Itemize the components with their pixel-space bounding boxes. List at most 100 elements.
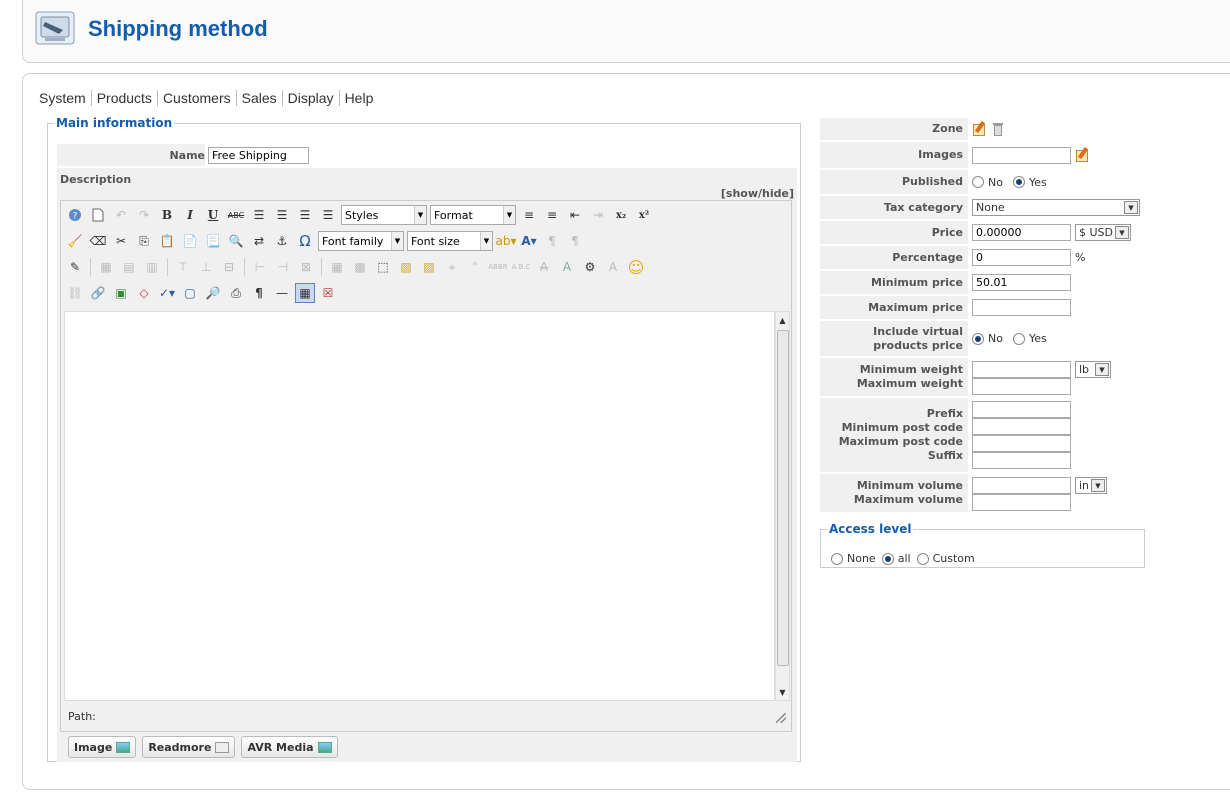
row-before-icon[interactable]: ⊤	[173, 257, 193, 277]
indent-icon[interactable]: ⇥	[588, 205, 608, 225]
editor-scrollbar[interactable]: ▲ ▼	[775, 311, 790, 701]
move-forward-icon[interactable]: ▧	[396, 257, 416, 277]
menu-item-help[interactable]: Help	[340, 90, 379, 106]
readmore-button[interactable]: Readmore	[142, 736, 236, 758]
outdent-icon[interactable]: ⇤	[565, 205, 585, 225]
subscript-icon[interactable]: x₂	[611, 205, 631, 225]
fullscreen-icon[interactable]: ▢	[180, 283, 200, 303]
edit-icon[interactable]	[1075, 146, 1091, 163]
avr-media-button[interactable]: AVR Media	[241, 736, 338, 758]
paste-icon[interactable]: 📋	[157, 231, 177, 251]
move-backward-icon[interactable]: ▨	[419, 257, 439, 277]
col-before-icon[interactable]: ⊢	[250, 257, 270, 277]
menu-item-products[interactable]: Products	[92, 90, 158, 106]
merge-cells-icon[interactable]: ▩	[350, 257, 370, 277]
bold-icon[interactable]: B	[157, 205, 177, 225]
minimum-post-code-input[interactable]	[972, 418, 1071, 435]
redo-icon[interactable]: ↷	[134, 205, 154, 225]
access-none-radio[interactable]: None	[831, 552, 876, 565]
menu-item-customers[interactable]: Customers	[158, 90, 237, 106]
bullet-list-icon[interactable]: ≡	[542, 205, 562, 225]
abbr-icon[interactable]: ABBR	[488, 257, 508, 277]
published-yes-radio[interactable]: Yes	[1012, 176, 1047, 189]
unlink-icon[interactable]: ⛓	[65, 283, 85, 303]
cleanup-icon[interactable]: 🧹	[65, 231, 85, 251]
highlight-color-icon[interactable]: ab▾	[496, 231, 517, 251]
strikethrough-icon[interactable]: ABC	[226, 205, 246, 225]
delete-col-icon[interactable]: ⊠	[296, 257, 316, 277]
font-family-select[interactable]: Font family ▼	[318, 231, 404, 251]
copy-icon[interactable]: ⎘	[134, 231, 154, 251]
access-custom-radio[interactable]: Custom	[916, 552, 975, 565]
cite-icon[interactable]: "	[465, 257, 485, 277]
split-cells-icon[interactable]: ▦	[327, 257, 347, 277]
align-justify-icon[interactable]: ☰	[318, 205, 338, 225]
rtl-icon[interactable]: ¶	[565, 231, 585, 251]
align-right-icon[interactable]: ☰	[295, 205, 315, 225]
special-character-icon[interactable]: Ω	[295, 231, 315, 251]
name-input[interactable]	[208, 147, 309, 164]
delete-icon[interactable]	[992, 121, 1004, 137]
paste-text-icon[interactable]: 📄	[180, 231, 200, 251]
percentage-input[interactable]	[972, 249, 1071, 266]
weight-unit-select[interactable]: lb ▼	[1075, 361, 1111, 378]
cut-icon[interactable]: ✂	[111, 231, 131, 251]
minimum-price-input[interactable]	[972, 274, 1071, 291]
absolute-icon[interactable]: ⌖	[442, 257, 462, 277]
align-left-icon[interactable]: ☰	[249, 205, 269, 225]
edit-icon[interactable]	[972, 120, 988, 137]
emoticon-icon[interactable]: ☺	[626, 257, 646, 277]
text-color-icon[interactable]: A▾	[519, 231, 539, 251]
paste-word-icon[interactable]: 📃	[203, 231, 223, 251]
menu-item-sales[interactable]: Sales	[237, 90, 283, 106]
images-input[interactable]	[972, 146, 1071, 164]
scrollbar-thumb[interactable]	[777, 330, 789, 666]
spellcheck-icon[interactable]: ✓▾	[157, 283, 177, 303]
table-row-props-icon[interactable]: ▤	[119, 257, 139, 277]
scroll-down-icon[interactable]: ▼	[776, 684, 789, 700]
minimum-weight-input[interactable]	[972, 361, 1071, 378]
maximum-weight-input[interactable]	[972, 378, 1071, 395]
menu-item-display[interactable]: Display	[283, 90, 340, 106]
image-button[interactable]: Image	[68, 736, 137, 758]
acronym-icon[interactable]: A.B.C	[511, 257, 531, 277]
currency-select[interactable]: $ USD ▼	[1075, 224, 1131, 241]
underline-icon[interactable]: U	[203, 205, 223, 225]
superscript-icon[interactable]: x²	[634, 205, 654, 225]
row-after-icon[interactable]: ⊥	[196, 257, 216, 277]
ins-icon[interactable]: A	[557, 257, 577, 277]
tax-category-select[interactable]: None ▼	[972, 199, 1140, 216]
preview-icon[interactable]: 🔎	[203, 283, 223, 303]
link-icon[interactable]: 🔗	[88, 283, 108, 303]
price-input[interactable]	[972, 224, 1071, 241]
delete-row-icon[interactable]: ⊟	[219, 257, 239, 277]
show-hide-link[interactable]: [show/hide]	[721, 187, 794, 200]
virtual-yes-radio[interactable]: Yes	[1012, 332, 1047, 345]
minimum-volume-input[interactable]	[972, 477, 1071, 494]
maximum-price-input[interactable]	[972, 299, 1071, 316]
font-size-select[interactable]: Font size ▼	[407, 231, 493, 251]
find-icon[interactable]: 🔍	[226, 231, 246, 251]
help-icon[interactable]: ?	[65, 205, 85, 225]
image-icon[interactable]: ▣	[111, 283, 131, 303]
prefix-input[interactable]	[972, 401, 1071, 418]
edit-css-icon[interactable]: ✎	[65, 257, 85, 277]
col-after-icon[interactable]: ⊣	[273, 257, 293, 277]
resize-handle-icon[interactable]	[776, 713, 786, 723]
maximum-volume-input[interactable]	[972, 494, 1071, 511]
html-source-icon[interactable]: ◇	[134, 283, 154, 303]
ltr-icon[interactable]: ¶	[542, 231, 562, 251]
format-select[interactable]: Format ▼	[430, 205, 516, 225]
published-no-radio[interactable]: No	[972, 176, 1003, 189]
styles-select[interactable]: Styles ▼	[341, 205, 427, 225]
undo-icon[interactable]: ↶	[111, 205, 131, 225]
virtual-no-radio[interactable]: No	[972, 332, 1003, 345]
align-center-icon[interactable]: ☰	[272, 205, 292, 225]
volume-unit-select[interactable]: in ▼	[1075, 477, 1107, 494]
paragraph-icon[interactable]: ¶	[249, 283, 269, 303]
print-icon[interactable]: ⎙	[226, 283, 246, 303]
table-cell-props-icon[interactable]: ▥	[142, 257, 162, 277]
suffix-input[interactable]	[972, 452, 1071, 469]
scroll-up-icon[interactable]: ▲	[776, 312, 789, 328]
editor-content-area[interactable]	[64, 311, 775, 701]
